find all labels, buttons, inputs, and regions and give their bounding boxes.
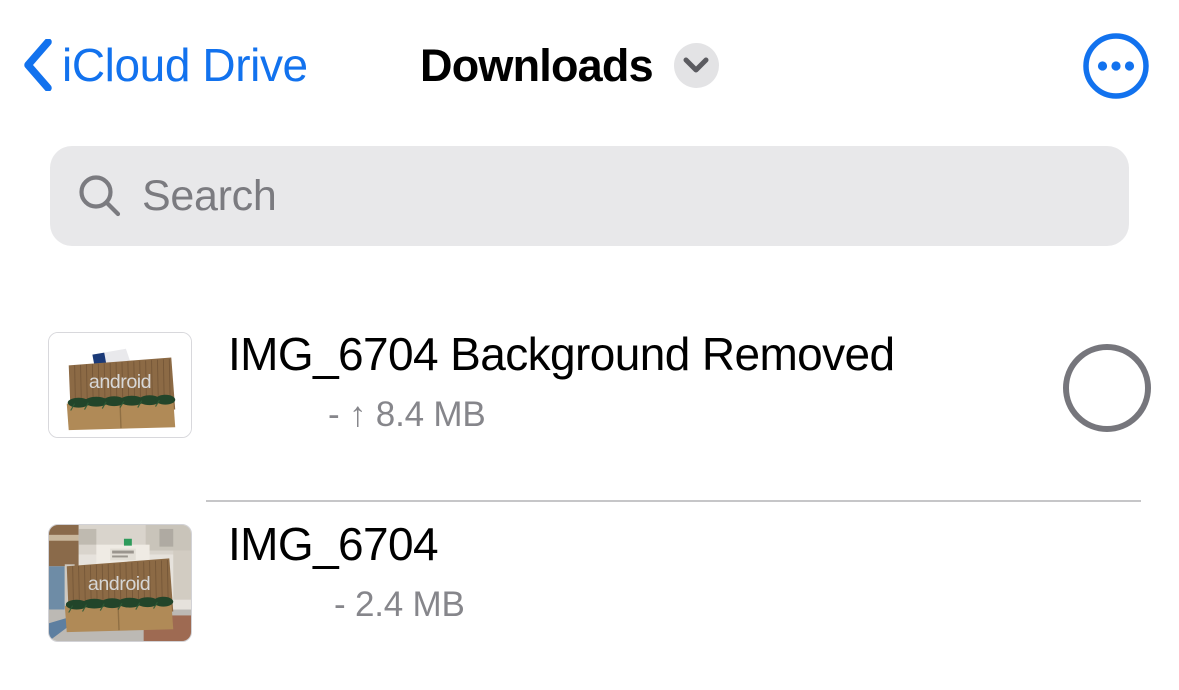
file-list: android IMG_6704 Background Removed - ↑ …: [0, 312, 1179, 690]
chevron-down-icon: [683, 57, 709, 73]
file-text-block: IMG_6704 Background Removed - ↑ 8.4 MB: [228, 326, 989, 436]
chevron-left-icon: [24, 39, 52, 91]
page-title: Downloads: [420, 39, 654, 91]
file-name: IMG_6704: [228, 518, 439, 570]
search-input[interactable]: Search: [50, 146, 1129, 246]
file-detail: - ↑ 8.4 MB: [328, 395, 486, 435]
files-app-screen: iCloud Drive Downloads Search android IM…: [0, 0, 1179, 690]
android-sign-photo-thumbnail: android: [49, 525, 191, 641]
more-options-button[interactable]: [1081, 31, 1151, 101]
file-name: IMG_6704 Background Removed: [228, 328, 895, 380]
title-dropdown-button[interactable]: [673, 42, 719, 88]
svg-text:android: android: [88, 573, 150, 595]
android-sign-background-removed-thumbnail: android: [49, 333, 191, 437]
back-button[interactable]: iCloud Drive: [22, 30, 308, 100]
navigation-bar: iCloud Drive Downloads: [0, 0, 1179, 118]
file-thumbnail: android: [48, 524, 192, 642]
file-detail: - 2.4 MB: [334, 585, 465, 625]
status-badge[interactable]: [1063, 344, 1151, 432]
table-row[interactable]: android IMG_6704 Background Removed - ↑ …: [0, 312, 1179, 502]
search-placeholder-text: Search: [142, 171, 277, 220]
ellipsis-circle-icon: [1083, 33, 1149, 99]
back-button-label: iCloud Drive: [62, 39, 308, 91]
svg-text:android: android: [89, 371, 151, 393]
search-icon: [79, 175, 121, 217]
file-thumbnail: android: [48, 332, 192, 438]
table-row[interactable]: android IMG_6704 - 2.4 MB: [0, 502, 1179, 690]
title-group: Downloads: [420, 30, 719, 100]
file-text-block: IMG_6704 - 2.4 MB: [228, 516, 989, 626]
